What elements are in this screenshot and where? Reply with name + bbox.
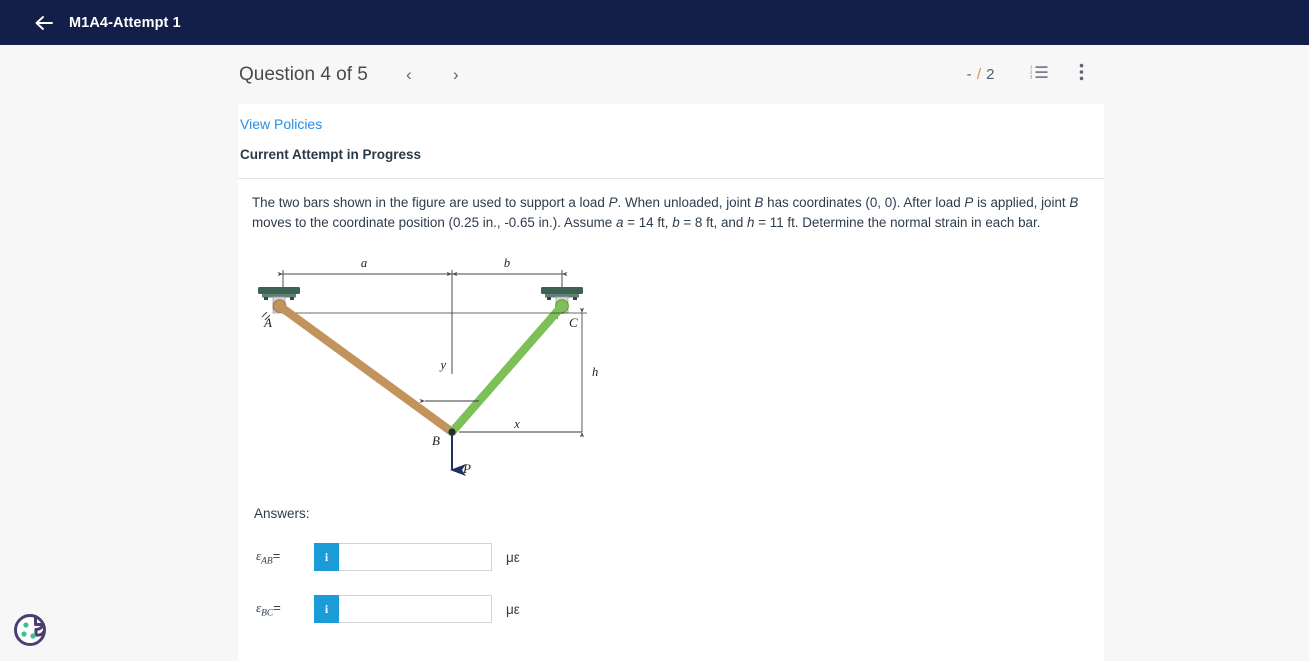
score-display: - / 2 <box>967 66 995 83</box>
truss-figure: a b A C B y x h P <box>252 254 612 494</box>
prompt-part: The two bars shown in the figure are use… <box>252 195 609 210</box>
previous-question-button[interactable]: ‹ <box>394 60 424 90</box>
answer-input-bc[interactable] <box>339 595 492 623</box>
prompt-part: = 14 ft, <box>623 214 673 230</box>
question-title: Question 4 of 5 <box>239 63 368 85</box>
prompt-part: . When unloaded, joint <box>617 195 755 210</box>
joint-label-a: A <box>263 315 272 330</box>
info-button-bc[interactable]: i <box>314 595 339 623</box>
back-button[interactable] <box>33 12 55 34</box>
app-bar-title: M1A4-Attempt 1 <box>69 14 181 31</box>
question-navigation: ‹ › <box>394 60 471 90</box>
axis-label-x: x <box>513 417 520 431</box>
app-bar: M1A4-Attempt 1 <box>0 0 1309 45</box>
cookie-consent-button[interactable] <box>11 611 49 649</box>
answer-subscript-bc: BC <box>261 608 274 619</box>
answer-unit-ab: με <box>506 549 520 565</box>
support-c-plate <box>541 287 583 294</box>
prompt-part: = 11 ft. Determine the normal strain in … <box>754 214 1041 230</box>
score-total: 2 <box>986 66 995 83</box>
equals-sign: = <box>272 547 281 563</box>
support-c-bolt <box>547 297 551 300</box>
question-prompt: The two bars shown in the figure are use… <box>252 193 1102 232</box>
prompt-part: has coordinates (0, 0). After load <box>763 195 965 210</box>
support-a-bolt <box>290 297 294 300</box>
axis-label-y: y <box>438 358 446 372</box>
arrow-left-icon <box>34 15 54 31</box>
answer-row-ab: εAB= i με <box>256 543 1104 571</box>
answer-label-ab: εAB= <box>256 548 314 567</box>
svg-text:3: 3 <box>1030 75 1033 80</box>
answer-row-bc: εBC= i με <box>256 595 1104 623</box>
cookie-icon <box>11 613 49 653</box>
load-label-p: P <box>462 461 471 476</box>
answer-input-group-bc: i <box>314 595 492 623</box>
answer-unit-bc: με <box>506 601 520 617</box>
score-earned: - <box>966 66 973 83</box>
question-header-actions: - / 2 1 2 3 <box>967 45 1096 104</box>
score-separator: / <box>976 66 982 83</box>
answer-label-bc: εBC= <box>256 600 314 619</box>
support-a-bolt <box>264 297 268 300</box>
support-a-plate <box>258 287 300 294</box>
question-card: View Policies Current Attempt in Progres… <box>238 104 1104 661</box>
prompt-symbol-P: P <box>964 195 974 210</box>
bar-ab <box>275 301 457 437</box>
prompt-symbol-b: b <box>672 214 680 230</box>
question-body: The two bars shown in the figure are use… <box>238 179 1104 623</box>
answers-label: Answers: <box>254 506 310 521</box>
answer-subscript-ab: AB <box>261 556 273 567</box>
info-button-ab[interactable]: i <box>314 543 339 571</box>
equals-sign: = <box>273 599 281 615</box>
attempt-status-label: Current Attempt in Progress <box>240 147 422 162</box>
numbered-list-icon: 1 2 3 <box>1030 64 1048 85</box>
dimension-label-a: a <box>361 256 367 270</box>
bar-bc <box>447 301 567 437</box>
view-policies-link[interactable]: View Policies <box>240 116 322 132</box>
more-options-button[interactable] <box>1069 63 1093 87</box>
prompt-symbol-P: P <box>608 195 618 210</box>
joint-label-c: C <box>569 315 578 330</box>
answer-input-group-ab: i <box>314 543 492 571</box>
question-list-button[interactable]: 1 2 3 <box>1027 63 1051 87</box>
joint-label-b: B <box>432 433 440 448</box>
support-c-bolt <box>573 297 577 300</box>
answer-input-ab[interactable] <box>339 543 492 571</box>
prompt-part: = 8 ft, and <box>679 214 748 230</box>
more-vertical-icon <box>1079 63 1084 86</box>
question-header: Question 4 of 5 ‹ › - / 2 1 2 3 <box>238 45 1104 104</box>
truss-diagram: a b A C B y x h P <box>258 256 598 476</box>
next-question-button[interactable]: › <box>441 60 471 90</box>
prompt-part: moves to the coordinate position (0.25 i… <box>252 214 616 230</box>
dimension-label-h: h <box>592 365 598 379</box>
page-body: Question 4 of 5 ‹ › - / 2 1 2 3 View Pol… <box>0 45 1309 661</box>
prompt-symbol-B: B <box>1069 195 1079 210</box>
prompt-part: is applied, joint <box>973 195 1070 210</box>
dimension-label-b: b <box>504 256 510 270</box>
